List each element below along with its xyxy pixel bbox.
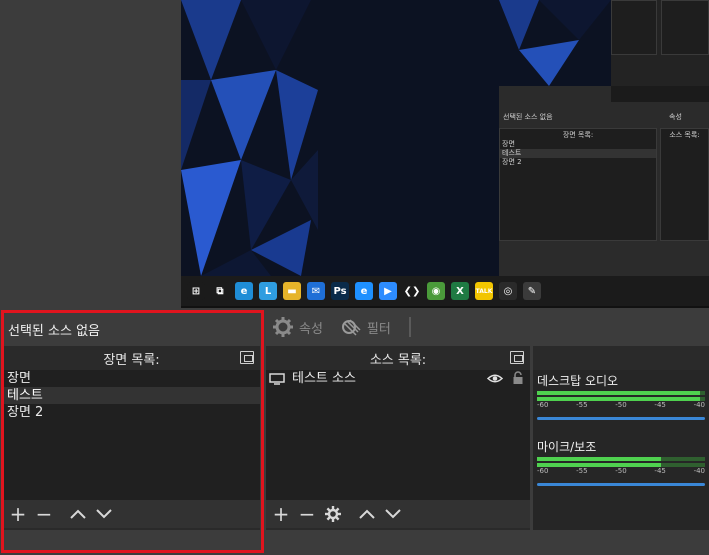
nested-scene-item: 테스트 (500, 149, 656, 158)
mixer-title-bar (533, 346, 709, 370)
vscode-icon[interactable]: ❮❯ (403, 282, 421, 300)
level-meter (537, 391, 700, 395)
mixer-channel: 마이크/보조 -60 -55 -50 -45 -40 (537, 438, 709, 486)
meter-tick-label: -60 (537, 401, 549, 409)
photoshop-icon[interactable]: Ps (331, 282, 349, 300)
nested-context-bar: 선택된 소스 없음 속성 (499, 108, 709, 128)
volume-slider[interactable] (537, 483, 705, 486)
move-source-down-button[interactable] (384, 504, 402, 524)
paint-icon[interactable]: ✎ (523, 282, 541, 300)
start-icon[interactable]: ⊞ (187, 282, 205, 300)
meter-tick-label: -60 (537, 467, 549, 475)
nested-scene-list-top (611, 0, 657, 55)
nested-taskbar (611, 86, 709, 102)
properties-button[interactable]: 속성 (273, 317, 323, 337)
nested-obs-preview: 선택된 소스 없음 속성 장면 목록: 장면 테스트 장면 2 소스 목록: (499, 0, 709, 276)
filters-button[interactable]: 필터 (341, 317, 391, 337)
preview-gutter (0, 0, 181, 308)
source-dock: 소스 목록: 테스트 소스 + − (266, 346, 530, 530)
audio-mixer-dock: 데스크탑 오디오 -60 -55 -50 -45 -40 마이크/보조 -60 -55 -50 -4… (533, 346, 709, 530)
file-explorer-icon[interactable]: ▬ (283, 282, 301, 300)
source-properties-button[interactable] (324, 504, 342, 524)
source-dock-title-bar: 소스 목록: (266, 346, 530, 370)
undock-icon[interactable] (510, 351, 524, 364)
nested-source-list-top (661, 0, 709, 55)
chevron-down-icon (385, 509, 401, 519)
move-source-up-button[interactable] (358, 504, 376, 524)
meter-tick-label: -55 (576, 467, 588, 475)
level-meter-track (537, 457, 705, 461)
obs-icon[interactable]: ◎ (499, 282, 517, 300)
excel-icon[interactable]: X (451, 282, 469, 300)
ie-icon[interactable]: e (355, 282, 373, 300)
edge-icon[interactable]: e (235, 282, 253, 300)
meter-tick-label: -40 (693, 467, 705, 475)
highlight-box (1, 310, 264, 553)
zoom-icon[interactable]: ▶ (379, 282, 397, 300)
properties-label: 속성 (299, 321, 323, 337)
nested-source-title: 소스 목록: (669, 131, 700, 139)
level-meter-track (537, 391, 705, 395)
preview-canvas[interactable]: 선택된 소스 없음 속성 장면 목록: 장면 테스트 장면 2 소스 목록: ⊞… (181, 0, 709, 308)
meter-scale: -60 -55 -50 -45 -40 (537, 401, 705, 409)
gear-icon (273, 317, 293, 337)
source-dock-title: 소스 목록: (369, 352, 427, 368)
kakaotalk-icon[interactable]: TALK (475, 282, 493, 300)
monitor-icon (269, 373, 285, 385)
add-source-button[interactable]: + (272, 502, 290, 526)
channel-label: 마이크/보조 (537, 440, 597, 454)
toolbar-separator (408, 317, 411, 337)
meter-tick-label: -45 (654, 401, 666, 409)
level-meter (537, 457, 662, 461)
mixer-channels: 데스크탑 오디오 -60 -55 -50 -45 -40 마이크/보조 -60 -55 -50 -4… (537, 372, 709, 486)
context-toolbar: 속성 필터 (263, 312, 709, 342)
meter-tick-label: -55 (576, 401, 588, 409)
source-controls: + − (266, 500, 530, 528)
mail-icon[interactable]: ✉ (307, 282, 325, 300)
nested-scene-item: 장면 (502, 140, 515, 148)
chevron-up-icon (359, 509, 375, 519)
nested-scene-title: 장면 목록: (562, 131, 594, 139)
meter-tick-label: -50 (615, 467, 627, 475)
nested-source-dock: 소스 목록: (660, 128, 709, 241)
nested-properties-label: 속성 (669, 113, 682, 121)
remove-source-button[interactable]: − (298, 502, 316, 526)
lock-icon[interactable] (512, 371, 524, 385)
source-label: 테스트 소스 (292, 371, 356, 386)
meter-tick-label: -50 (615, 401, 627, 409)
nested-top-panels (611, 0, 709, 86)
volume-slider[interactable] (537, 417, 705, 420)
filter-icon (341, 319, 361, 336)
taskbar: ⊞ ⧉ e L ▬ ✉ Ps e ▶ ❮❯ ◉ X TALK ◎ ✎ (181, 276, 709, 306)
channel-label: 데스크탑 오디오 (537, 374, 619, 388)
meter-tick-label: -40 (693, 401, 705, 409)
eye-icon[interactable] (487, 373, 503, 384)
task-view-icon[interactable]: ⧉ (211, 282, 229, 300)
nested-no-source-label: 선택된 소스 없음 (503, 113, 553, 121)
obs-window: 선택된 소스 없음 속성 장면 목록: 장면 테스트 장면 2 소스 목록: ⊞… (0, 0, 709, 555)
source-list[interactable]: 테스트 소스 (266, 370, 530, 500)
source-row[interactable]: 테스트 소스 (266, 370, 530, 387)
gear-icon (325, 506, 341, 522)
mixer-channel: 데스크탑 오디오 -60 -55 -50 -45 -40 (537, 372, 709, 420)
filters-label: 필터 (366, 321, 391, 337)
nested-scene-item: 장면 2 (502, 158, 522, 166)
meter-scale: -60 -55 -50 -45 -40 (537, 467, 705, 475)
l-app-icon[interactable]: L (259, 282, 277, 300)
nested-scene-dock: 장면 목록: 장면 테스트 장면 2 (499, 128, 657, 241)
meter-tick-label: -45 (654, 467, 666, 475)
chrome-icon[interactable]: ◉ (427, 282, 445, 300)
nested-wallpaper (499, 0, 611, 86)
